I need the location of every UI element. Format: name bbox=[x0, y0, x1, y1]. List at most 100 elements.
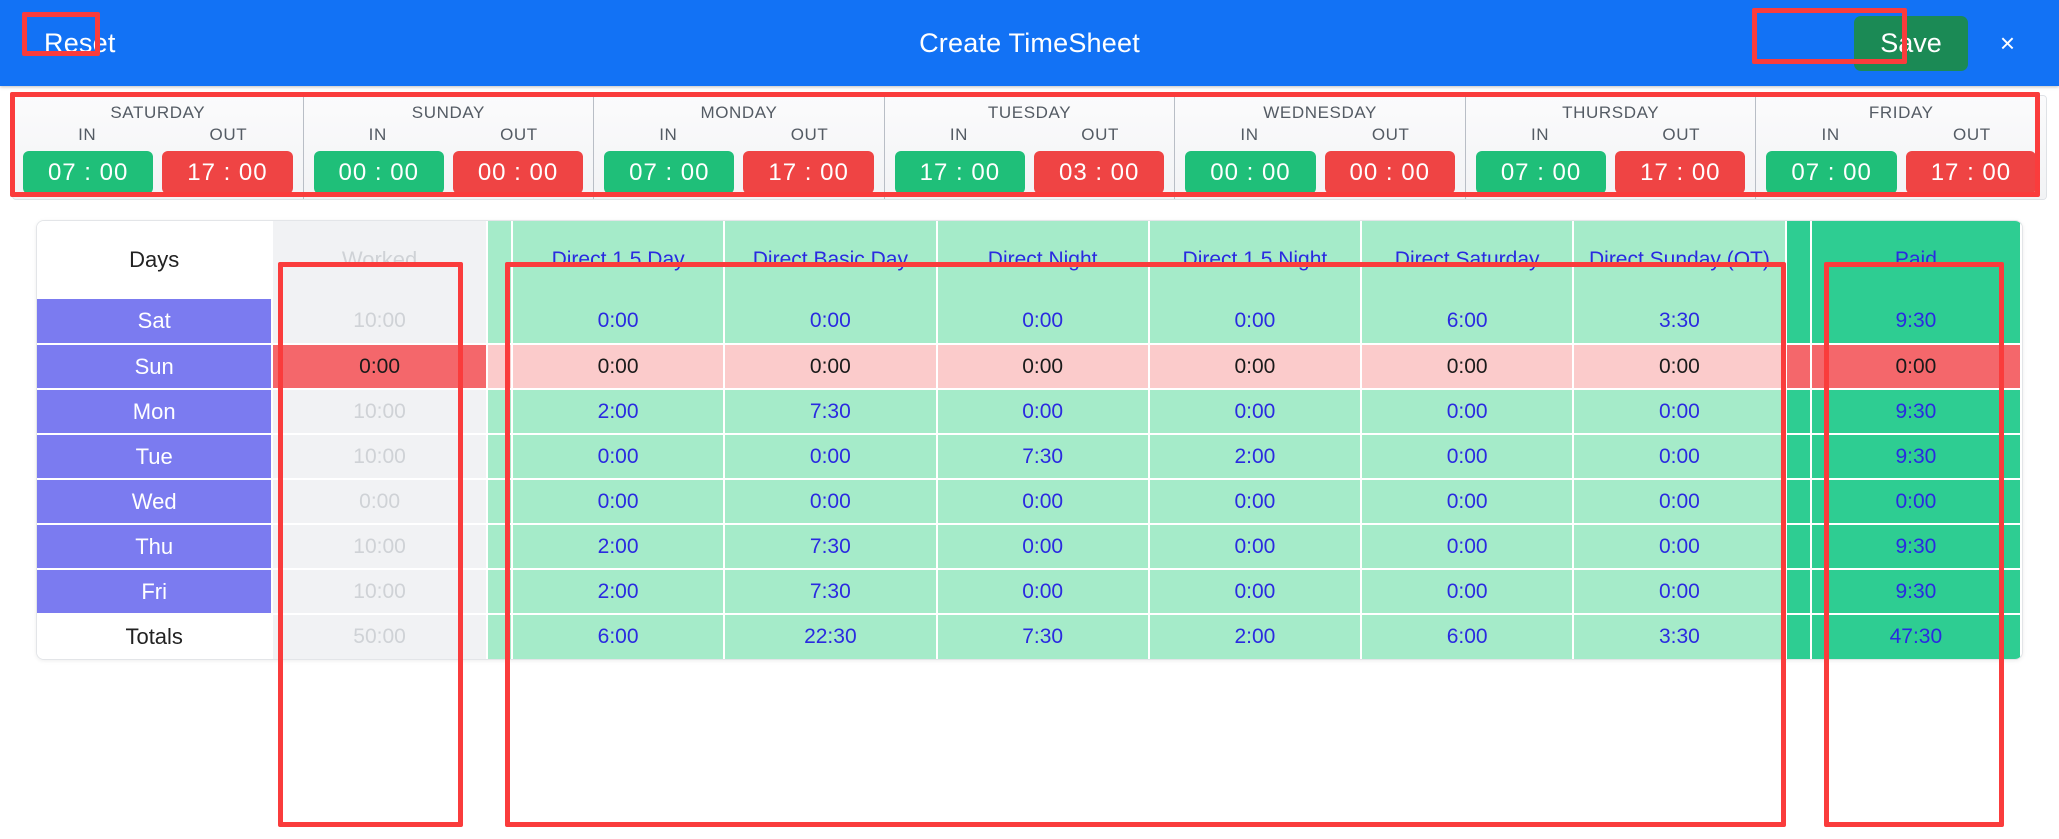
out-label: OUT bbox=[209, 125, 248, 144]
cell-direct-night[interactable]: 7:30 bbox=[936, 434, 1150, 480]
cell-direct-basic-day[interactable]: 7:30 bbox=[724, 389, 938, 435]
cell-direct-night[interactable]: 0:00 bbox=[936, 344, 1150, 390]
cell-direct-saturday[interactable]: 6:00 bbox=[1361, 299, 1575, 345]
cell-direct-saturday[interactable]: 0:00 bbox=[1361, 344, 1575, 390]
cell-direct-sunday-ot[interactable]: 3:30 bbox=[1573, 299, 1787, 345]
cell-direct-sunday-ot[interactable]: 0:00 bbox=[1573, 344, 1787, 390]
cell-worked: 10:00 bbox=[272, 434, 488, 480]
totals-direct-basic-day: 22:30 bbox=[724, 614, 938, 659]
cell-paid: 9:30 bbox=[1810, 569, 2022, 615]
cell-direct-1-5-night[interactable]: 0:00 bbox=[1148, 299, 1363, 345]
cell-direct-1-5-day[interactable]: 0:00 bbox=[511, 479, 726, 525]
column-header-worked: Worked bbox=[272, 221, 488, 299]
cell-direct-basic-day[interactable]: 7:30 bbox=[724, 524, 938, 570]
table-row: Sat 10:00 0:00 0:00 0:00 0:00 6:00 3:30 … bbox=[37, 299, 2022, 345]
in-time-friday[interactable]: 07 : 00 bbox=[1766, 151, 1897, 194]
totals-direct-1-5-day: 6:00 bbox=[511, 614, 726, 659]
row-day-label: Thu bbox=[37, 524, 274, 570]
cell-direct-1-5-day[interactable]: 2:00 bbox=[511, 389, 726, 435]
cell-direct-night[interactable]: 0:00 bbox=[936, 524, 1150, 570]
out-time-sunday[interactable]: 00 : 00 bbox=[452, 151, 584, 194]
row-day-label: Tue bbox=[37, 434, 274, 480]
inout-labels: IN OUT bbox=[1756, 123, 2046, 145]
column-header-direct-sunday-ot: Direct Sunday (OT) bbox=[1573, 221, 1787, 299]
cell-direct-sunday-ot[interactable]: 0:00 bbox=[1573, 434, 1787, 480]
cell-direct-1-5-night[interactable]: 0:00 bbox=[1148, 344, 1363, 390]
column-spacer bbox=[486, 221, 513, 299]
in-time-tuesday[interactable]: 17 : 00 bbox=[894, 151, 1026, 194]
inout-labels: IN OUT bbox=[1175, 123, 1465, 145]
out-time-monday[interactable]: 17 : 00 bbox=[743, 151, 874, 194]
row-day-label: Mon bbox=[37, 389, 274, 435]
in-time-sunday[interactable]: 00 : 00 bbox=[313, 151, 444, 194]
cell-direct-basic-day[interactable]: 0:00 bbox=[724, 344, 938, 390]
day-label: SATURDAY bbox=[110, 103, 206, 122]
cell-direct-sunday-ot[interactable]: 0:00 bbox=[1573, 389, 1787, 435]
timesheet-table: Days Worked Direct 1.5 Day Direct Basic … bbox=[37, 221, 2022, 659]
cell-spacer bbox=[1785, 614, 1812, 659]
cell-direct-saturday[interactable]: 0:00 bbox=[1361, 389, 1575, 435]
in-time-monday[interactable]: 07 : 00 bbox=[604, 151, 735, 194]
cell-direct-1-5-night[interactable]: 0:00 bbox=[1148, 524, 1363, 570]
in-label: IN bbox=[1530, 125, 1550, 144]
row-day-label: Sun bbox=[37, 344, 274, 390]
cell-direct-basic-day[interactable]: 0:00 bbox=[724, 299, 938, 345]
cell-direct-1-5-day[interactable]: 0:00 bbox=[511, 434, 726, 480]
cell-paid: 9:30 bbox=[1810, 299, 2022, 345]
close-icon[interactable]: × bbox=[1986, 24, 2029, 63]
save-button[interactable]: Save bbox=[1854, 15, 1968, 71]
cell-direct-1-5-night[interactable]: 0:00 bbox=[1148, 479, 1363, 525]
cell-direct-basic-day[interactable]: 0:00 bbox=[724, 479, 938, 525]
cell-direct-night[interactable]: 0:00 bbox=[936, 299, 1150, 345]
cell-spacer bbox=[1785, 299, 1812, 345]
day-label: SUNDAY bbox=[411, 103, 485, 122]
cell-spacer bbox=[486, 389, 513, 435]
cell-direct-1-5-day[interactable]: 2:00 bbox=[511, 524, 726, 570]
cell-direct-1-5-day[interactable]: 0:00 bbox=[511, 344, 726, 390]
column-spacer bbox=[1785, 221, 1812, 299]
cell-direct-sunday-ot[interactable]: 0:00 bbox=[1573, 524, 1787, 570]
table-row: Mon 10:00 2:00 7:30 0:00 0:00 0:00 0:00 … bbox=[37, 389, 2022, 435]
cell-direct-basic-day[interactable]: 7:30 bbox=[724, 569, 938, 615]
out-time-saturday[interactable]: 17 : 00 bbox=[162, 151, 293, 194]
cell-direct-saturday[interactable]: 0:00 bbox=[1361, 479, 1575, 525]
out-time-thursday[interactable]: 17 : 00 bbox=[1615, 151, 1746, 194]
cell-direct-1-5-night[interactable]: 0:00 bbox=[1148, 569, 1363, 615]
cell-direct-sunday-ot[interactable]: 0:00 bbox=[1573, 569, 1787, 615]
day-label: THURSDAY bbox=[1562, 103, 1660, 122]
table-row: Wed 0:00 0:00 0:00 0:00 0:00 0:00 0:00 0… bbox=[37, 479, 2022, 525]
reset-button[interactable]: Reset bbox=[30, 20, 130, 67]
cell-direct-1-5-day[interactable]: 0:00 bbox=[511, 299, 726, 345]
table-row: Sun 0:00 0:00 0:00 0:00 0:00 0:00 0:00 0… bbox=[37, 344, 2022, 390]
table-row: Tue 10:00 0:00 0:00 7:30 2:00 0:00 0:00 … bbox=[37, 434, 2022, 480]
in-label: IN bbox=[78, 125, 97, 144]
out-time-tuesday[interactable]: 03 : 00 bbox=[1034, 151, 1165, 194]
cell-direct-night[interactable]: 0:00 bbox=[936, 479, 1150, 525]
cell-direct-1-5-night[interactable]: 0:00 bbox=[1148, 389, 1363, 435]
totals-worked: 50:00 bbox=[272, 614, 488, 659]
in-time-thursday[interactable]: 07 : 00 bbox=[1475, 151, 1607, 194]
cell-direct-basic-day[interactable]: 0:00 bbox=[724, 434, 938, 480]
cell-paid: 9:30 bbox=[1810, 389, 2022, 435]
cell-spacer bbox=[486, 434, 513, 480]
out-time-friday[interactable]: 17 : 00 bbox=[1905, 151, 2037, 194]
in-time-wednesday[interactable]: 00 : 00 bbox=[1185, 151, 1316, 194]
in-label: IN bbox=[368, 125, 387, 144]
cell-direct-1-5-day[interactable]: 2:00 bbox=[511, 569, 726, 615]
cell-direct-saturday[interactable]: 0:00 bbox=[1361, 569, 1575, 615]
inout-labels: IN OUT bbox=[885, 123, 1175, 145]
in-label: IN bbox=[1240, 125, 1259, 144]
cell-direct-night[interactable]: 0:00 bbox=[936, 389, 1150, 435]
out-time-wednesday[interactable]: 00 : 00 bbox=[1324, 151, 1455, 194]
cell-direct-1-5-night[interactable]: 2:00 bbox=[1148, 434, 1363, 480]
cell-direct-saturday[interactable]: 0:00 bbox=[1361, 524, 1575, 570]
time-pills: 07 : 00 17 : 00 bbox=[594, 145, 884, 194]
cell-worked: 10:00 bbox=[272, 389, 488, 435]
cell-spacer bbox=[1785, 389, 1812, 435]
column-header-direct-1-5-day: Direct 1.5 Day bbox=[511, 221, 726, 299]
cell-direct-night[interactable]: 0:00 bbox=[936, 569, 1150, 615]
cell-spacer bbox=[486, 524, 513, 570]
cell-direct-saturday[interactable]: 0:00 bbox=[1361, 434, 1575, 480]
cell-direct-sunday-ot[interactable]: 0:00 bbox=[1573, 479, 1787, 525]
in-time-saturday[interactable]: 07 : 00 bbox=[23, 151, 154, 194]
